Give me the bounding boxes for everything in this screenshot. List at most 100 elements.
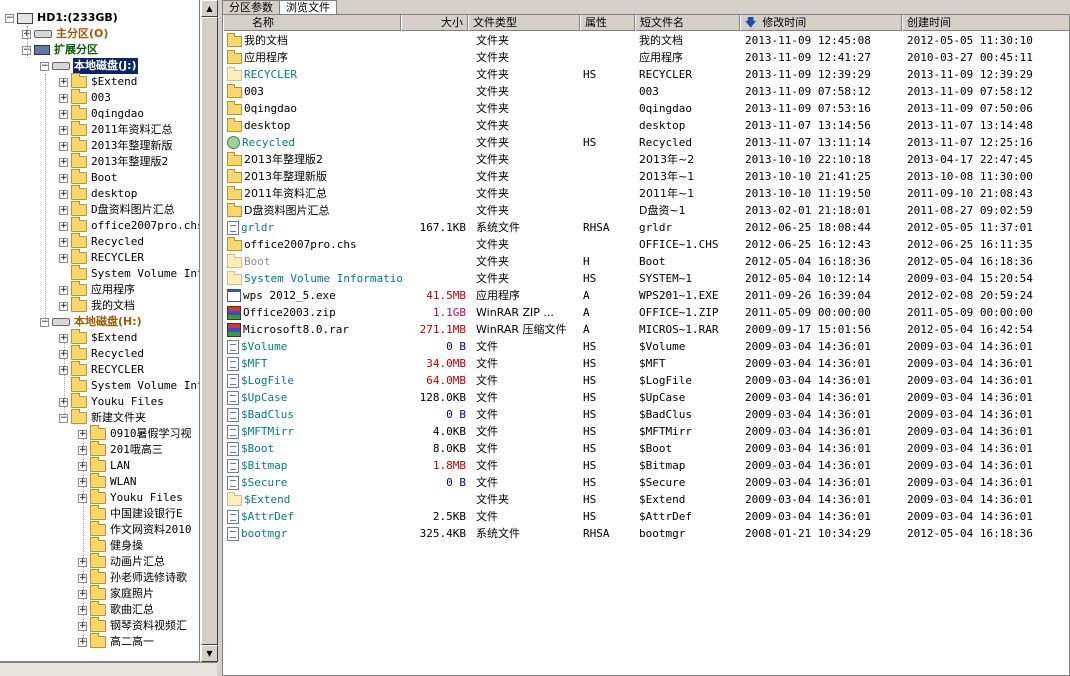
- tree-folder[interactable]: + RECYCLER: [59, 249, 145, 266]
- table-row[interactable]: wps 2012_5.exe 41.5MB 应用程序 A WPS201~1.EXE 201…: [223, 287, 1069, 304]
- tree-folder[interactable]: + LAN: [78, 457, 131, 474]
- tree-folder[interactable]: +0910暑假学习视: [78, 425, 193, 442]
- column-header-short-name[interactable]: 短文件名: [635, 15, 740, 31]
- tree-folder[interactable]: + 孙老师选修诗歌: [78, 569, 188, 586]
- table-row[interactable]: $Boot 8.0KB 文件 HS $Boot 2009-03-04 14:36:01 20…: [223, 440, 1069, 457]
- table-row[interactable]: $UpCase 128.0KB 文件 HS $UpCase 2009-03-04 14:3…: [223, 389, 1069, 406]
- expand-icon[interactable]: +: [59, 173, 68, 183]
- table-row[interactable]: 应用程序 文件夹 应用程序 2013-11-09 12:41:27 2010-03-27…: [223, 49, 1069, 66]
- expand-icon[interactable]: +: [78, 589, 87, 599]
- table-row[interactable]: Microsoft8.0.rar 271.1MB WinRAR 压缩文件 A MICRO…: [223, 321, 1069, 338]
- expand-icon[interactable]: +: [59, 77, 68, 87]
- table-row[interactable]: D盘资料图片汇总 文件夹 D盘资~1 2013-02-01 21:18:01 2011-…: [223, 202, 1069, 219]
- expand-icon[interactable]: +: [78, 605, 87, 615]
- tree-folder[interactable]: +2013年整理新版: [59, 137, 174, 154]
- table-row[interactable]: Office2003.zip 1.1GB WinRAR ZIP ... A OFFICE…: [223, 304, 1069, 321]
- tree-folder[interactable]: + 钢琴资料视频汇: [78, 617, 188, 634]
- table-row[interactable]: 2011年资料汇总 文件夹 2011年~1 2013-10-10 11:19:50 20…: [223, 185, 1069, 202]
- table-row[interactable]: 003 文件夹 003 2013-11-09 07:58:12 2013-11-09 0…: [223, 83, 1069, 100]
- table-row[interactable]: $BadClus 0 B 文件 HS $BadClus 2009-03-04 14:36:…: [223, 406, 1069, 423]
- expand-icon[interactable]: +: [78, 573, 87, 583]
- tree-folder[interactable]: + $Extend: [59, 73, 138, 90]
- tree-folder[interactable]: + office2007pro.chs: [59, 217, 199, 234]
- table-row[interactable]: $MFT 34.0MB 文件 HS $MFT 2009-03-04 14:36:01 200…: [223, 355, 1069, 372]
- tree-folder[interactable]: 健身操: [78, 537, 144, 554]
- column-header-name[interactable]: 名称: [223, 15, 401, 31]
- expand-icon[interactable]: +: [59, 349, 68, 359]
- tree-folder[interactable]: + Boot: [59, 169, 119, 186]
- tree-folder[interactable]: + 我的文档: [59, 297, 136, 314]
- tree-folder[interactable]: +0qingdao: [59, 105, 145, 122]
- expand-icon[interactable]: +: [78, 445, 87, 455]
- tree-folder[interactable]: + WLAN: [78, 473, 138, 490]
- column-header-modified[interactable]: 🡇 修改时间: [740, 15, 902, 31]
- column-header-created[interactable]: 创建时间: [902, 15, 1069, 31]
- collapse-icon[interactable]: −: [59, 413, 68, 423]
- tree-folder[interactable]: + 歌曲汇总: [78, 601, 155, 618]
- table-row[interactable]: 2013年整理新版 文件夹 2013年~1 2013-10-10 21:41:25 20…: [223, 168, 1069, 185]
- table-row[interactable]: bootmgr 325.4KB 系统文件 RHSA bootmgr 2008-01-21 …: [223, 525, 1069, 542]
- tree-folder[interactable]: + 家庭照片: [78, 585, 155, 602]
- table-row[interactable]: grldr 167.1KB 系统文件 RHSA grldr 2012-06-25 18:0…: [223, 219, 1069, 236]
- tree-node-primary-partition[interactable]: + 主分区(O): [22, 26, 109, 42]
- tree-folder[interactable]: + 应用程序: [59, 281, 136, 298]
- tab-browse-files[interactable]: 浏览文件: [279, 0, 337, 14]
- expand-icon[interactable]: +: [59, 397, 68, 407]
- expand-icon[interactable]: +: [78, 477, 87, 487]
- expand-icon[interactable]: +: [59, 365, 68, 375]
- table-row[interactable]: System Volume Information 文件夹 HS SYSTEM~1 20…: [223, 270, 1069, 287]
- tree-folder[interactable]: +201哦高三: [78, 441, 164, 458]
- expand-icon[interactable]: +: [59, 205, 68, 215]
- tree-folder[interactable]: + Recycled: [59, 233, 145, 250]
- table-row[interactable]: Boot 文件夹 H Boot 2012-05-04 16:18:36 2012-05-0…: [223, 253, 1069, 270]
- tree-folder[interactable]: +2011年资料汇总: [59, 121, 174, 138]
- table-row[interactable]: $Bitmap 1.8MB 文件 HS $Bitmap 2009-03-04 14:36:…: [223, 457, 1069, 474]
- tree-folder[interactable]: 作文网资料2010: [78, 521, 193, 538]
- expand-icon[interactable]: +: [78, 429, 87, 439]
- file-list[interactable]: 名称 大小 文件类型 属性 短文件名 🡇 修改时间 创建时间 我的文档 文件夹 我的文…: [222, 14, 1070, 676]
- expand-icon[interactable]: +: [59, 125, 68, 135]
- expand-icon[interactable]: +: [59, 333, 68, 343]
- expand-icon[interactable]: +: [59, 189, 68, 199]
- tree-folder[interactable]: + 动画片汇总: [78, 553, 166, 570]
- tree-folder[interactable]: + $Extend: [59, 329, 138, 346]
- expand-icon[interactable]: +: [59, 285, 68, 295]
- table-row[interactable]: $MFTMirr 4.0KB 文件 HS $MFTMirr 2009-03-04 14:3…: [223, 423, 1069, 440]
- tree-folder[interactable]: 中国建设银行E: [78, 505, 184, 522]
- table-row[interactable]: $Extend 文件夹 HS $Extend 2009-03-04 14:36:01 20…: [223, 491, 1069, 508]
- tree-folder[interactable]: System Volume Inf: [59, 377, 199, 394]
- column-header-attr[interactable]: 属性: [580, 15, 635, 31]
- expand-icon[interactable]: +: [78, 621, 87, 631]
- column-header-type[interactable]: 文件类型: [468, 15, 580, 31]
- tree-node-disk-h[interactable]: − 本地磁盘(H:): [40, 314, 143, 330]
- expand-icon[interactable]: +: [78, 637, 87, 647]
- table-row[interactable]: RECYCLER 文件夹 HS RECYCLER 2013-11-09 12:39:29…: [223, 66, 1069, 83]
- tree-folder[interactable]: +003: [59, 89, 112, 106]
- collapse-icon[interactable]: −: [40, 317, 49, 327]
- expand-icon[interactable]: +: [78, 493, 87, 503]
- expand-icon[interactable]: +: [59, 109, 68, 119]
- table-row[interactable]: $AttrDef 2.5KB 文件 HS $AttrDef 2009-03-04 14:3…: [223, 508, 1069, 525]
- tree-folder[interactable]: +2013年整理版2: [59, 153, 169, 170]
- tree-folder[interactable]: System Volume Inf: [59, 265, 199, 282]
- tree-horizontal-scrollbar[interactable]: [0, 662, 217, 676]
- expand-icon[interactable]: +: [59, 93, 68, 103]
- expand-icon[interactable]: +: [59, 301, 68, 311]
- table-row[interactable]: $Volume 0 B 文件 HS $Volume 2009-03-04 14:36:01…: [223, 338, 1069, 355]
- expand-icon[interactable]: +: [78, 461, 87, 471]
- expand-icon[interactable]: +: [78, 557, 87, 567]
- table-row[interactable]: 我的文档 文件夹 我的文档 2013-11-09 12:45:08 2012-05-05…: [223, 32, 1069, 49]
- tree-folder[interactable]: + 高二高一: [78, 633, 155, 650]
- expand-icon[interactable]: +: [59, 157, 68, 167]
- tree-folder[interactable]: + Youku Files: [59, 393, 165, 410]
- table-row[interactable]: 2013年整理版2 文件夹 2013年~2 2013-10-10 22:10:18 20…: [223, 151, 1069, 168]
- table-row[interactable]: office2007pro.chs 文件夹 OFFICE~1.CHS 2012-06-…: [223, 236, 1069, 253]
- tree-node-extended-partition[interactable]: − 扩展分区: [22, 42, 99, 58]
- tree-vertical-scrollbar[interactable]: ▲ ▼: [200, 0, 218, 662]
- tree-folder[interactable]: − 新建文件夹: [59, 409, 147, 426]
- tree-folder[interactable]: + Recycled: [59, 345, 145, 362]
- table-row[interactable]: $Secure 0 B 文件 HS $Secure 2009-03-04 14:36:01…: [223, 474, 1069, 491]
- tree-folder[interactable]: + Youku Files: [78, 489, 184, 506]
- collapse-icon[interactable]: −: [40, 61, 49, 71]
- column-header-size[interactable]: 大小: [401, 15, 468, 31]
